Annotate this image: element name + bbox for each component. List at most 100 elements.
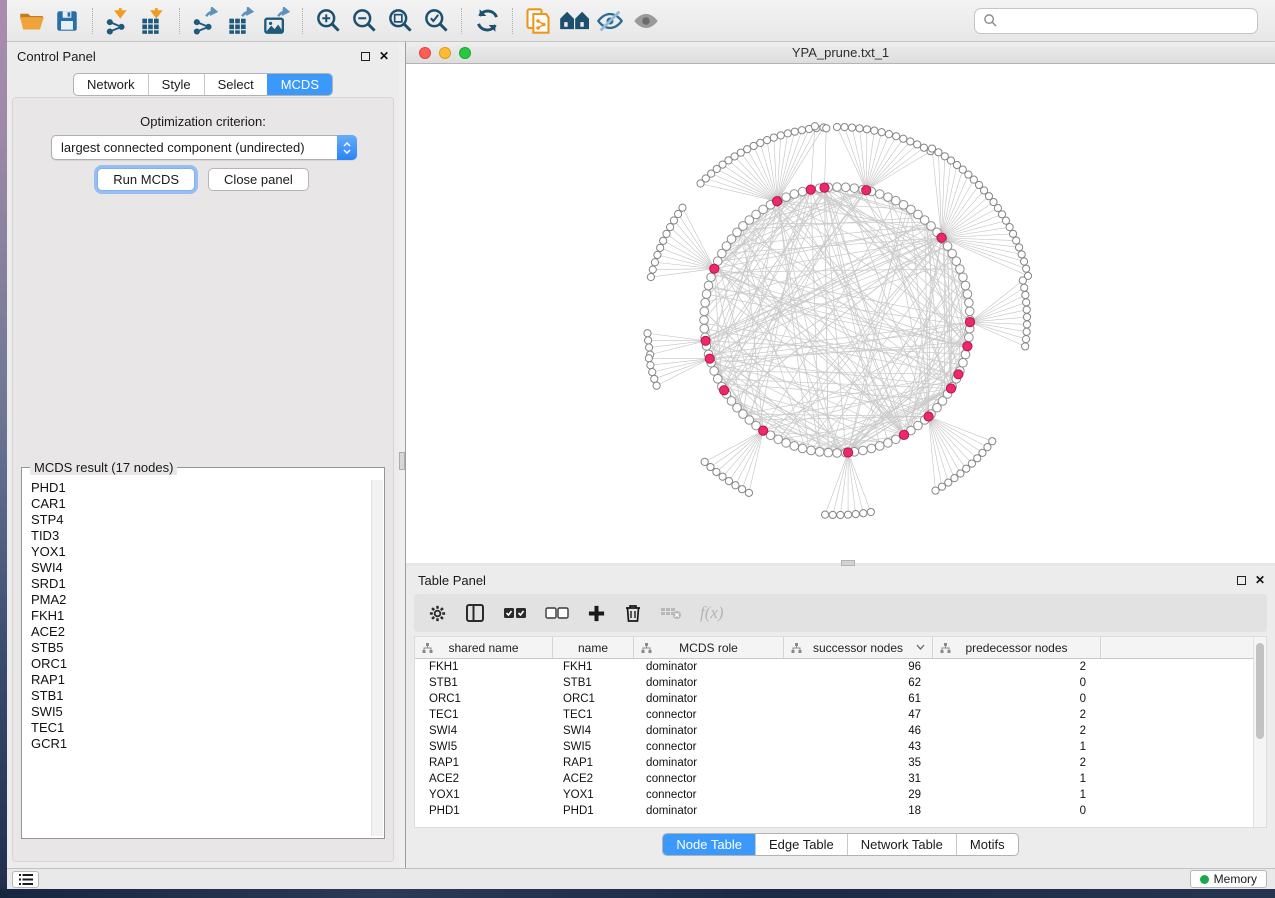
cell-shared-name[interactable]: PHD1	[415, 803, 553, 819]
delete-columns-trash-icon[interactable]	[624, 603, 642, 623]
mcds-result-item[interactable]: FKH1	[23, 608, 370, 624]
table-row[interactable]: YOX1YOX1connector291	[415, 787, 1253, 803]
leaf-node[interactable]	[651, 375, 658, 382]
cell-successor-nodes[interactable]: 96	[784, 659, 933, 675]
cell-predecessor-nodes[interactable]: 1	[933, 771, 1101, 787]
leaf-node[interactable]	[893, 133, 900, 140]
run-mcds-button[interactable]: Run MCDS	[97, 168, 195, 191]
cell-mcds-role[interactable]: connector	[634, 787, 784, 803]
leaf-node[interactable]	[856, 125, 863, 132]
mcds-result-item[interactable]: TEC1	[23, 720, 370, 736]
network-node[interactable]	[850, 184, 859, 193]
leaf-node[interactable]	[757, 139, 764, 146]
leaf-node[interactable]	[663, 230, 670, 237]
cell-mcds-role[interactable]: dominator	[634, 659, 784, 675]
cell-successor-nodes[interactable]: 62	[784, 675, 933, 691]
leaf-node[interactable]	[644, 337, 651, 344]
mcds-dominator-node[interactable]	[965, 317, 974, 326]
network-node[interactable]	[824, 448, 833, 457]
panel-menu-button[interactable]	[12, 871, 39, 888]
network-node[interactable]	[875, 190, 884, 199]
mcds-dominator-node[interactable]	[924, 412, 933, 421]
network-node[interactable]	[790, 442, 799, 451]
leaf-node[interactable]	[900, 135, 907, 142]
hide-selected-eye-icon[interactable]	[592, 5, 628, 37]
mcds-result-item[interactable]: SRD1	[23, 576, 370, 592]
cell-predecessor-nodes[interactable]: 2	[933, 707, 1101, 723]
table-scrollbar[interactable]	[1253, 637, 1266, 827]
leaf-node[interactable]	[907, 138, 914, 145]
cell-successor-nodes[interactable]: 43	[784, 739, 933, 755]
cell-predecessor-nodes[interactable]: 0	[933, 691, 1101, 707]
cell-name[interactable]: ACE2	[553, 771, 634, 787]
leaf-node[interactable]	[667, 224, 674, 231]
table-row[interactable]: ACE2ACE2connector311	[415, 771, 1253, 787]
cell-shared-name[interactable]: RAP1	[415, 755, 553, 771]
network-node[interactable]	[833, 183, 842, 192]
leaf-node[interactable]	[1023, 265, 1030, 272]
cell-mcds-role[interactable]: dominator	[634, 755, 784, 771]
leaf-node[interactable]	[763, 137, 770, 144]
leaf-node[interactable]	[719, 473, 726, 480]
tab-network[interactable]: Network	[74, 74, 148, 95]
leaf-node[interactable]	[674, 210, 681, 217]
cell-successor-nodes[interactable]: 47	[784, 707, 933, 723]
cell-name[interactable]: SWI5	[553, 739, 634, 755]
leaf-node[interactable]	[823, 125, 830, 132]
mcds-dominator-node[interactable]	[759, 426, 768, 435]
mcds-result-item[interactable]: CAR1	[23, 496, 370, 512]
cell-mcds-role[interactable]: dominator	[634, 675, 784, 691]
leaf-node[interactable]	[1023, 306, 1030, 313]
network-node[interactable]	[884, 439, 893, 448]
leaf-node[interactable]	[679, 204, 686, 211]
mcds-result-item[interactable]: SWI5	[23, 704, 370, 720]
cell-predecessor-nodes[interactable]: 2	[933, 659, 1101, 675]
mcds-dominator-node[interactable]	[862, 186, 871, 195]
cell-mcds-role[interactable]: dominator	[634, 691, 784, 707]
network-node[interactable]	[807, 446, 816, 455]
leaf-node[interactable]	[989, 438, 996, 445]
network-node[interactable]	[961, 350, 970, 359]
cell-successor-nodes[interactable]: 46	[784, 723, 933, 739]
network-node[interactable]	[707, 273, 716, 282]
leaf-node[interactable]	[863, 126, 870, 133]
table-row[interactable]: STB1STB1dominator620	[415, 675, 1253, 691]
network-node[interactable]	[892, 196, 901, 205]
cell-mcds-role[interactable]: dominator	[634, 803, 784, 819]
leaf-node[interactable]	[841, 124, 848, 131]
leaf-node[interactable]	[932, 487, 939, 494]
tab-mcds[interactable]: MCDS	[267, 74, 332, 95]
column-header-predecessor-nodes[interactable]: predecessor nodes	[933, 637, 1101, 658]
cell-name[interactable]: PHD1	[553, 803, 634, 819]
leaf-node[interactable]	[1013, 237, 1020, 244]
leaf-node[interactable]	[1019, 277, 1026, 284]
search-field[interactable]	[974, 8, 1258, 34]
close-panel-button[interactable]: Close panel	[208, 168, 309, 191]
vertical-splitter[interactable]	[399, 42, 406, 868]
leaf-node[interactable]	[791, 128, 798, 135]
leaf-node[interactable]	[1021, 284, 1028, 291]
leaf-node[interactable]	[871, 127, 878, 134]
leaf-node[interactable]	[644, 330, 651, 337]
leaf-node[interactable]	[811, 123, 818, 130]
network-node[interactable]	[782, 439, 791, 448]
leaf-node[interactable]	[707, 463, 714, 470]
show-columns-icon[interactable]	[465, 603, 485, 623]
leaf-node[interactable]	[1018, 251, 1025, 258]
cell-shared-name[interactable]: SWI5	[415, 739, 553, 755]
import-network-icon[interactable]	[100, 5, 136, 37]
leaf-node[interactable]	[867, 508, 874, 515]
leaf-node[interactable]	[798, 127, 805, 134]
leaf-node[interactable]	[701, 458, 708, 465]
leaf-node[interactable]	[848, 124, 855, 131]
cell-successor-nodes[interactable]: 29	[784, 787, 933, 803]
table-row[interactable]: FKH1FKH1dominator962	[415, 659, 1253, 675]
column-header-name[interactable]: name	[553, 637, 634, 658]
tab-network-table[interactable]: Network Table	[847, 834, 956, 855]
deselect-all-rows-icon[interactable]	[545, 605, 569, 621]
leaf-node[interactable]	[821, 511, 828, 518]
tab-motifs[interactable]: Motifs	[956, 834, 1018, 855]
float-panel-icon[interactable]	[1237, 576, 1246, 585]
leaf-node[interactable]	[928, 145, 935, 152]
network-node[interactable]	[959, 273, 968, 282]
